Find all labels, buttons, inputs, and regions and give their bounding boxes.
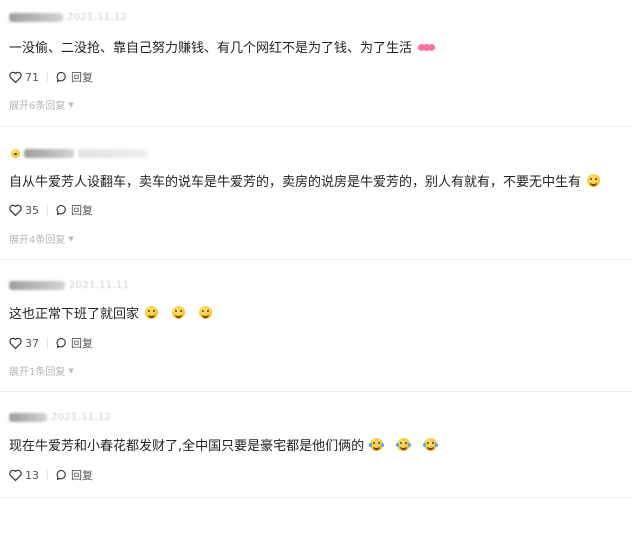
comment-time: 2021.11.12 (51, 411, 112, 423)
grin-emoji-icon (587, 174, 601, 187)
action-divider (47, 205, 48, 215)
heart-outline-icon (9, 71, 22, 83)
speech-bubble-icon (56, 204, 68, 216)
comment-text: 一没偷、二没抢、靠自己努力赚钱、有几个网红不是为了钱、为了生活 (9, 37, 436, 56)
comment-time: 2021.11.12 (67, 11, 128, 23)
reply-label: 回复 (71, 469, 93, 482)
speech-bubble-icon (56, 469, 68, 481)
reply-button[interactable]: 回复 (56, 202, 93, 218)
like-button[interactable]: 37 (9, 337, 39, 350)
comment-actions: 35 回复 (9, 203, 93, 217)
comment-1: 2021.11.12 一没偷、二没抢、靠自己努力赚钱、有几个网红不是为了钱、为了… (0, 0, 632, 127)
reply-button[interactable]: 回复 (56, 335, 93, 351)
comment-2: 自从牛爱芳人设翻车，卖车的说车是牛爱芳的，卖房的说房是牛爱芳的，别人有就有，不要… (0, 126, 632, 260)
reply-button[interactable]: 回复 (56, 467, 93, 483)
expand-replies-button[interactable]: 展开1条回复 ▼ (9, 363, 74, 379)
reply-label: 回复 (71, 337, 93, 350)
like-count: 13 (25, 468, 39, 482)
like-button[interactable]: 13 (9, 469, 39, 482)
caret-down-icon: ▼ (68, 234, 74, 243)
comment-text: 现在牛爱芳和小春花都发财了,全中国只要是豪宅都是他们俩的 (9, 435, 439, 454)
comment-meta: 2021.11.12 (9, 410, 111, 424)
expand-replies-button[interactable]: 展开6条回复 ▼ (9, 97, 74, 113)
comment-text: 自从牛爱芳人设翻车，卖车的说车是牛爱芳的，卖房的说房是牛爱芳的，别人有就有，不要… (9, 171, 601, 190)
comment-actions: 71 回复 (9, 70, 93, 84)
like-count: 35 (25, 203, 39, 217)
avatar-badge-icon (11, 148, 20, 158)
like-count: 37 (25, 336, 39, 350)
caret-down-icon: ▼ (68, 366, 74, 375)
reply-label: 回复 (71, 204, 93, 217)
action-divider (47, 470, 48, 480)
heart-outline-icon (9, 204, 22, 216)
expand-replies-button[interactable]: 展开4条回复 ▼ (9, 231, 74, 247)
reply-label: 回复 (71, 71, 93, 84)
heart-outline-icon (9, 337, 22, 349)
action-divider (47, 72, 48, 82)
comment-text: 这也正常下班了就回家 (9, 303, 213, 322)
pink-hearts-icon (418, 42, 436, 52)
action-divider (47, 338, 48, 348)
grin-emoji-icon (199, 306, 213, 319)
time-blurred (78, 148, 148, 158)
tears-of-joy-emoji-icon (423, 438, 439, 451)
speech-bubble-icon (56, 71, 68, 83)
username-blurred[interactable] (9, 412, 47, 422)
heart-outline-icon (9, 469, 22, 481)
like-button[interactable]: 71 (9, 71, 39, 84)
grin-emoji-icon (172, 306, 186, 319)
comment-actions: 37 回复 (9, 336, 93, 350)
tears-of-joy-emoji-icon (396, 438, 412, 451)
username-blurred[interactable] (9, 280, 65, 290)
comment-meta (9, 146, 148, 160)
comment-4: 2021.11.12 现在牛爱芳和小春花都发财了,全中国只要是豪宅都是他们俩的 … (0, 391, 632, 498)
like-count: 71 (25, 70, 39, 84)
like-button[interactable]: 35 (9, 204, 39, 217)
comment-time: 2021.11.11 (69, 279, 130, 291)
reply-button[interactable]: 回复 (56, 69, 93, 85)
grin-emoji-icon (145, 306, 159, 319)
username-blurred[interactable] (9, 12, 63, 22)
caret-down-icon: ▼ (68, 100, 74, 109)
comment-meta: 2021.11.12 (9, 10, 127, 24)
comment-meta: 2021.11.11 (9, 278, 129, 292)
comment-3: 2021.11.11 这也正常下班了就回家 37 回复 展开1条回复 ▼ (0, 259, 632, 392)
tears-of-joy-emoji-icon (369, 438, 385, 451)
username-blurred[interactable] (24, 148, 74, 158)
speech-bubble-icon (56, 337, 68, 349)
comment-actions: 13 回复 (9, 468, 93, 482)
